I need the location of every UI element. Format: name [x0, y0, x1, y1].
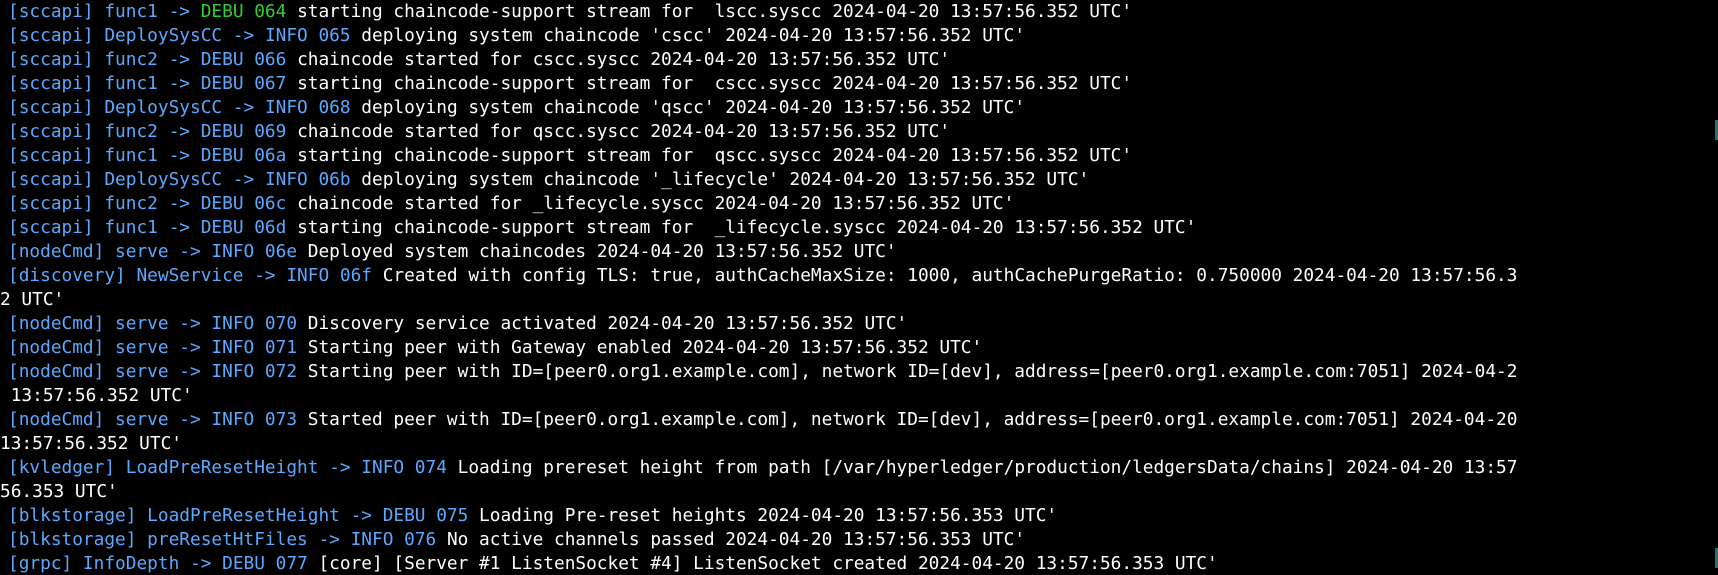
log-message: 13:57:56.352 UTC'	[0, 385, 193, 406]
log-module: [nodeCmd] serve ->	[8, 241, 212, 262]
log-message: chaincode started for qscc.syscc 2024-04…	[286, 121, 951, 142]
log-line: [sccapi] func2 -> DEBU 069 chaincode sta…	[8, 120, 1718, 144]
log-module: [sccapi] func1 ->	[8, 145, 201, 166]
log-message: Starting peer with Gateway enabled 2024-…	[297, 337, 983, 358]
log-module: [nodeCmd] serve ->	[8, 409, 212, 430]
log-level: DEBU 06d	[200, 217, 287, 238]
log-level: DEBU 064	[200, 1, 287, 22]
log-line: [sccapi] DeploySysCC -> INFO 06b deployi…	[8, 168, 1718, 192]
log-level: INFO 072	[211, 361, 298, 382]
log-module: [blkstorage] preResetHtFiles ->	[8, 529, 351, 550]
log-level: INFO 074	[361, 457, 447, 478]
log-module: [discovery] NewService ->	[8, 265, 287, 286]
log-line-continuation: 13:57:56.352 UTC'	[0, 384, 1718, 408]
log-module: [sccapi] DeploySysCC ->	[8, 169, 265, 190]
log-line: [grpc] InfoDepth -> DEBU 077 [core] [Ser…	[8, 552, 1718, 575]
log-message: Loading prereset height from path [/var/…	[446, 457, 1518, 478]
log-module: [sccapi] DeploySysCC ->	[8, 97, 265, 118]
log-line: [discovery] NewService -> INFO 06f Creat…	[8, 264, 1718, 288]
log-message: No active channels passed 2024-04-20 13:…	[436, 529, 1026, 550]
log-module: [sccapi] func1 ->	[8, 217, 201, 238]
log-message: chaincode started for cscc.syscc 2024-04…	[286, 49, 951, 70]
log-lines: [sccapi] func1 -> DEBU 064 starting chai…	[0, 0, 1718, 575]
log-message: chaincode started for _lifecycle.syscc 2…	[286, 193, 1015, 214]
log-line: [nodeCmd] serve -> INFO 071 Starting pee…	[8, 336, 1718, 360]
log-level: DEBU 066	[200, 49, 287, 70]
log-message: 13:57:56.352 UTC'	[0, 433, 182, 454]
log-line: [kvledger] LoadPreResetHeight -> INFO 07…	[8, 456, 1718, 480]
log-level: DEBU 067	[200, 73, 287, 94]
log-line: [nodeCmd] serve -> INFO 06e Deployed sys…	[8, 240, 1718, 264]
log-level: INFO 065	[264, 25, 351, 46]
log-message: Loading Pre-reset heights 2024-04-20 13:…	[468, 505, 1058, 526]
log-module: [sccapi] func2 ->	[8, 49, 201, 70]
log-line: [nodeCmd] serve -> INFO 073 Started peer…	[8, 408, 1718, 432]
log-level: DEBU 06a	[200, 145, 287, 166]
log-level: DEBU 06c	[200, 193, 287, 214]
log-module: [sccapi] func1 ->	[8, 73, 201, 94]
log-line: [sccapi] func1 -> DEBU 06a starting chai…	[8, 144, 1718, 168]
log-line-continuation: 13:57:56.352 UTC'	[0, 432, 1718, 456]
log-line-continuation: 56.353 UTC'	[0, 480, 1718, 504]
log-module: [sccapi] func2 ->	[8, 121, 201, 142]
log-message: Started peer with ID=[peer0.org1.example…	[297, 409, 1518, 430]
log-level: INFO 06b	[264, 169, 351, 190]
log-line: [blkstorage] preResetHtFiles -> INFO 076…	[8, 528, 1718, 552]
log-line: [sccapi] DeploySysCC -> INFO 068 deployi…	[8, 96, 1718, 120]
log-module: [blkstorage] LoadPreResetHeight ->	[8, 505, 383, 526]
log-level: INFO 073	[211, 409, 298, 430]
log-module: [sccapi] func1 ->	[8, 1, 201, 22]
log-module: [nodeCmd] serve ->	[8, 337, 212, 358]
log-message: Discovery service activated 2024-04-20 1…	[297, 313, 908, 334]
log-line: [sccapi] DeploySysCC -> INFO 065 deployi…	[8, 24, 1718, 48]
log-level: DEBU 069	[200, 121, 287, 142]
log-line: [blkstorage] LoadPreResetHeight -> DEBU …	[8, 504, 1718, 528]
log-level: INFO 071	[211, 337, 298, 358]
log-line: [nodeCmd] serve -> INFO 070 Discovery se…	[8, 312, 1718, 336]
log-module: [sccapi] DeploySysCC ->	[8, 25, 265, 46]
log-module: [sccapi] func2 ->	[8, 193, 201, 214]
log-message: 2 UTC'	[0, 289, 65, 310]
log-line: [sccapi] func1 -> DEBU 06d starting chai…	[8, 216, 1718, 240]
log-level: INFO 06f	[286, 265, 372, 286]
log-line: [sccapi] func1 -> DEBU 067 starting chai…	[8, 72, 1718, 96]
log-line: [sccapi] func2 -> DEBU 066 chaincode sta…	[8, 48, 1718, 72]
log-level: INFO 068	[264, 97, 351, 118]
log-message: Starting peer with ID=[peer0.org1.exampl…	[297, 361, 1518, 382]
log-module: [nodeCmd] serve ->	[8, 313, 212, 334]
log-level: DEBU 077	[222, 553, 308, 574]
log-message: Deployed system chaincodes 2024-04-20 13…	[297, 241, 897, 262]
log-message: starting chaincode-support stream for ls…	[286, 1, 1133, 22]
terminal-output[interactable]: [sccapi] func1 -> DEBU 064 starting chai…	[0, 0, 1718, 575]
log-module: [nodeCmd] serve ->	[8, 361, 212, 382]
log-message: deploying system chaincode 'cscc' 2024-0…	[350, 25, 1026, 46]
log-line-continuation: 2 UTC'	[0, 288, 1718, 312]
log-message: deploying system chaincode 'qscc' 2024-0…	[350, 97, 1026, 118]
log-message: [core] [Server #1 ListenSocket #4] Liste…	[307, 553, 1218, 574]
log-level: INFO 076	[350, 529, 437, 550]
log-message: starting chaincode-support stream for _l…	[286, 217, 1197, 238]
log-line: [sccapi] func2 -> DEBU 06c chaincode sta…	[8, 192, 1718, 216]
log-level: INFO 06e	[211, 241, 298, 262]
log-message: starting chaincode-support stream for cs…	[286, 73, 1133, 94]
log-level: INFO 070	[211, 313, 298, 334]
log-message: deploying system chaincode '_lifecycle' …	[350, 169, 1090, 190]
log-level: DEBU 075	[382, 505, 469, 526]
log-line: [sccapi] func1 -> DEBU 064 starting chai…	[8, 0, 1718, 24]
log-line: [nodeCmd] serve -> INFO 072 Starting pee…	[8, 360, 1718, 384]
log-message: starting chaincode-support stream for qs…	[286, 145, 1133, 166]
log-message: 56.353 UTC'	[0, 481, 118, 502]
log-module: [grpc] InfoDepth ->	[8, 553, 223, 574]
log-module: [kvledger] LoadPreResetHeight ->	[8, 457, 362, 478]
log-message: Created with config TLS: true, authCache…	[372, 265, 1518, 286]
